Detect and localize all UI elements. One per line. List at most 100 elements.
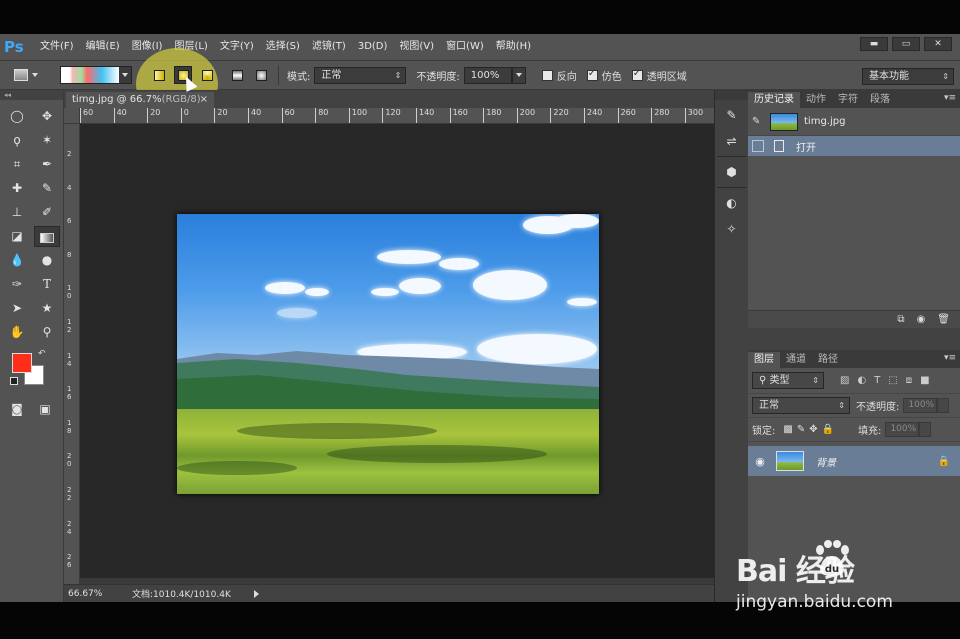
- 3d-cube-icon[interactable]: ⬢: [719, 161, 745, 183]
- eraser-tool-icon[interactable]: ◪: [4, 226, 30, 247]
- brush-tool-icon[interactable]: ✎: [34, 178, 60, 199]
- collapse-handle[interactable]: ◂◂: [0, 90, 63, 100]
- panel-menu-icon[interactable]: ▾≡: [944, 93, 956, 103]
- dither-checkbox[interactable]: [586, 68, 598, 81]
- reflected-gradient-button[interactable]: [228, 66, 246, 84]
- step-checkbox[interactable]: [752, 140, 764, 152]
- lock-pixels-icon[interactable]: ✎: [797, 424, 805, 435]
- status-menu-icon[interactable]: [254, 589, 259, 598]
- close-button[interactable]: ✕: [924, 37, 952, 51]
- camera-icon[interactable]: ◉: [917, 314, 926, 325]
- type-tool-icon[interactable]: T: [34, 274, 60, 295]
- ruler-origin[interactable]: [64, 108, 80, 124]
- type-filter-icon[interactable]: T: [874, 375, 880, 386]
- history-brush-source-icon[interactable]: ✎: [752, 116, 766, 127]
- tab-actions[interactable]: 动作: [800, 92, 832, 108]
- history-step[interactable]: 打开: [748, 136, 960, 156]
- menu-help[interactable]: 帮助(H): [490, 34, 537, 60]
- tab-layers[interactable]: 图层: [748, 352, 780, 368]
- healing-brush-tool-icon[interactable]: ✚: [4, 178, 30, 199]
- canvas-area[interactable]: [80, 124, 714, 584]
- new-document-from-state-icon[interactable]: ⧉: [897, 314, 904, 325]
- image-filter-icon[interactable]: ▨: [840, 375, 849, 386]
- screen-mode-icon[interactable]: ▣: [36, 399, 54, 420]
- lock-all-icon[interactable]: 🔒: [822, 424, 834, 435]
- panel-menu-icon[interactable]: ▾≡: [944, 353, 956, 363]
- dodge-tool-icon[interactable]: ●: [34, 250, 60, 271]
- layer-row-background[interactable]: ◉ 背景 🔒: [748, 446, 960, 476]
- tab-paths[interactable]: 路径: [812, 352, 844, 368]
- fill-input[interactable]: 100%: [885, 422, 920, 437]
- tool-preset-picker[interactable]: [14, 65, 52, 85]
- linear-gradient-button[interactable]: [150, 66, 168, 84]
- menu-edit[interactable]: 编辑(E): [80, 34, 126, 60]
- tab-paragraph[interactable]: 段落: [864, 92, 896, 108]
- eye-icon[interactable]: ◉: [748, 455, 772, 468]
- marquee-tool-icon[interactable]: ◯: [4, 106, 30, 127]
- default-colors-icon[interactable]: [10, 377, 18, 385]
- maximize-button[interactable]: ▭: [892, 37, 920, 51]
- transparency-checkbox[interactable]: [631, 68, 643, 81]
- menu-filter[interactable]: 滤镜(T): [306, 34, 352, 60]
- landscape-image[interactable]: [177, 214, 599, 494]
- shape-tool-icon[interactable]: ★: [34, 298, 60, 319]
- minimize-button[interactable]: ▬: [860, 37, 888, 51]
- brush-presets-icon[interactable]: ✎: [719, 104, 745, 126]
- opacity-dropdown[interactable]: [511, 66, 526, 84]
- lock-transparent-icon[interactable]: ▩: [783, 424, 792, 435]
- quick-mask-icon[interactable]: ◙: [8, 399, 26, 420]
- vertical-ruler[interactable]: 24681 01 21 41 61 82 02 22 42 62 83 0: [64, 124, 80, 584]
- lock-position-icon[interactable]: ✥: [809, 424, 817, 435]
- crop-tool-icon[interactable]: ⌗: [4, 154, 30, 175]
- adjustments-icon[interactable]: ◐: [719, 192, 745, 214]
- move-tool-icon[interactable]: ✥: [34, 106, 60, 127]
- adjustment-filter-icon[interactable]: ◐: [857, 375, 866, 386]
- lasso-tool-icon[interactable]: ϙ: [4, 130, 30, 151]
- reverse-checkbox[interactable]: [541, 69, 553, 81]
- magic-wand-tool-icon[interactable]: ✶: [34, 130, 60, 151]
- history-snapshot[interactable]: ✎ timg.jpg: [748, 108, 960, 136]
- filter-toggle-icon[interactable]: ■: [920, 375, 929, 386]
- menu-view[interactable]: 视图(V): [393, 34, 440, 60]
- tab-character[interactable]: 字符: [832, 92, 864, 108]
- mode-select[interactable]: 正常 ⇕: [314, 66, 407, 84]
- gradient-picker[interactable]: [60, 66, 132, 84]
- angle-gradient-button[interactable]: [198, 66, 216, 84]
- horizontal-ruler[interactable]: 60 40 20 0 20 40 60 80 100 120 140 160 180 200 220 240 2…: [64, 108, 714, 124]
- layer-opacity-dropdown[interactable]: [937, 398, 950, 413]
- opacity-input[interactable]: 100%: [463, 66, 512, 84]
- path-selection-tool-icon[interactable]: ➤: [4, 298, 30, 319]
- foreground-color[interactable]: [12, 353, 32, 373]
- menu-window[interactable]: 窗口(W): [440, 34, 490, 60]
- gradient-dropdown[interactable]: [119, 67, 131, 83]
- hand-tool-icon[interactable]: ✋: [4, 322, 30, 343]
- menu-file[interactable]: 文件(F): [34, 34, 80, 60]
- brush-panel-icon[interactable]: ⇌: [719, 130, 745, 152]
- layer-opacity-input[interactable]: 100%: [903, 398, 938, 413]
- clone-stamp-tool-icon[interactable]: ⊥: [4, 202, 30, 223]
- swap-colors-icon[interactable]: ↶: [38, 349, 46, 359]
- trash-icon[interactable]: 🗑: [937, 314, 950, 325]
- eyedropper-tool-icon[interactable]: ✒: [34, 154, 60, 175]
- diamond-gradient-button[interactable]: [252, 66, 270, 84]
- menu-3d[interactable]: 3D(D): [352, 34, 394, 60]
- tab-channels[interactable]: 通道: [780, 352, 812, 368]
- shape-filter-icon[interactable]: ⬚: [888, 375, 897, 386]
- tab-history[interactable]: 历史记录: [748, 92, 800, 108]
- gradient-tool-icon[interactable]: [34, 226, 60, 247]
- workspace-select[interactable]: 基本功能 ⇕: [862, 68, 954, 85]
- pen-tool-icon[interactable]: ✑: [4, 274, 30, 295]
- zoom-field[interactable]: 66.67%: [66, 587, 118, 601]
- blur-tool-icon[interactable]: 💧: [4, 250, 30, 271]
- collapse-handle[interactable]: [715, 90, 748, 100]
- fill-dropdown[interactable]: [919, 422, 932, 437]
- menu-type[interactable]: 文字(Y): [214, 34, 260, 60]
- smart-object-filter-icon[interactable]: ⧈: [906, 375, 912, 386]
- zoom-tool-icon[interactable]: ⚲: [34, 322, 60, 343]
- document-tab[interactable]: timg.jpg @ 66.7%(RGB/8) ×: [66, 92, 214, 108]
- layer-filter-select[interactable]: ⚲ 类型 ⇕: [752, 372, 824, 389]
- blend-mode-select[interactable]: 正常 ⇕: [752, 397, 850, 414]
- close-tab-icon[interactable]: ×: [200, 92, 208, 108]
- history-brush-tool-icon[interactable]: ✐: [34, 202, 60, 223]
- styles-icon[interactable]: ✧: [719, 218, 745, 240]
